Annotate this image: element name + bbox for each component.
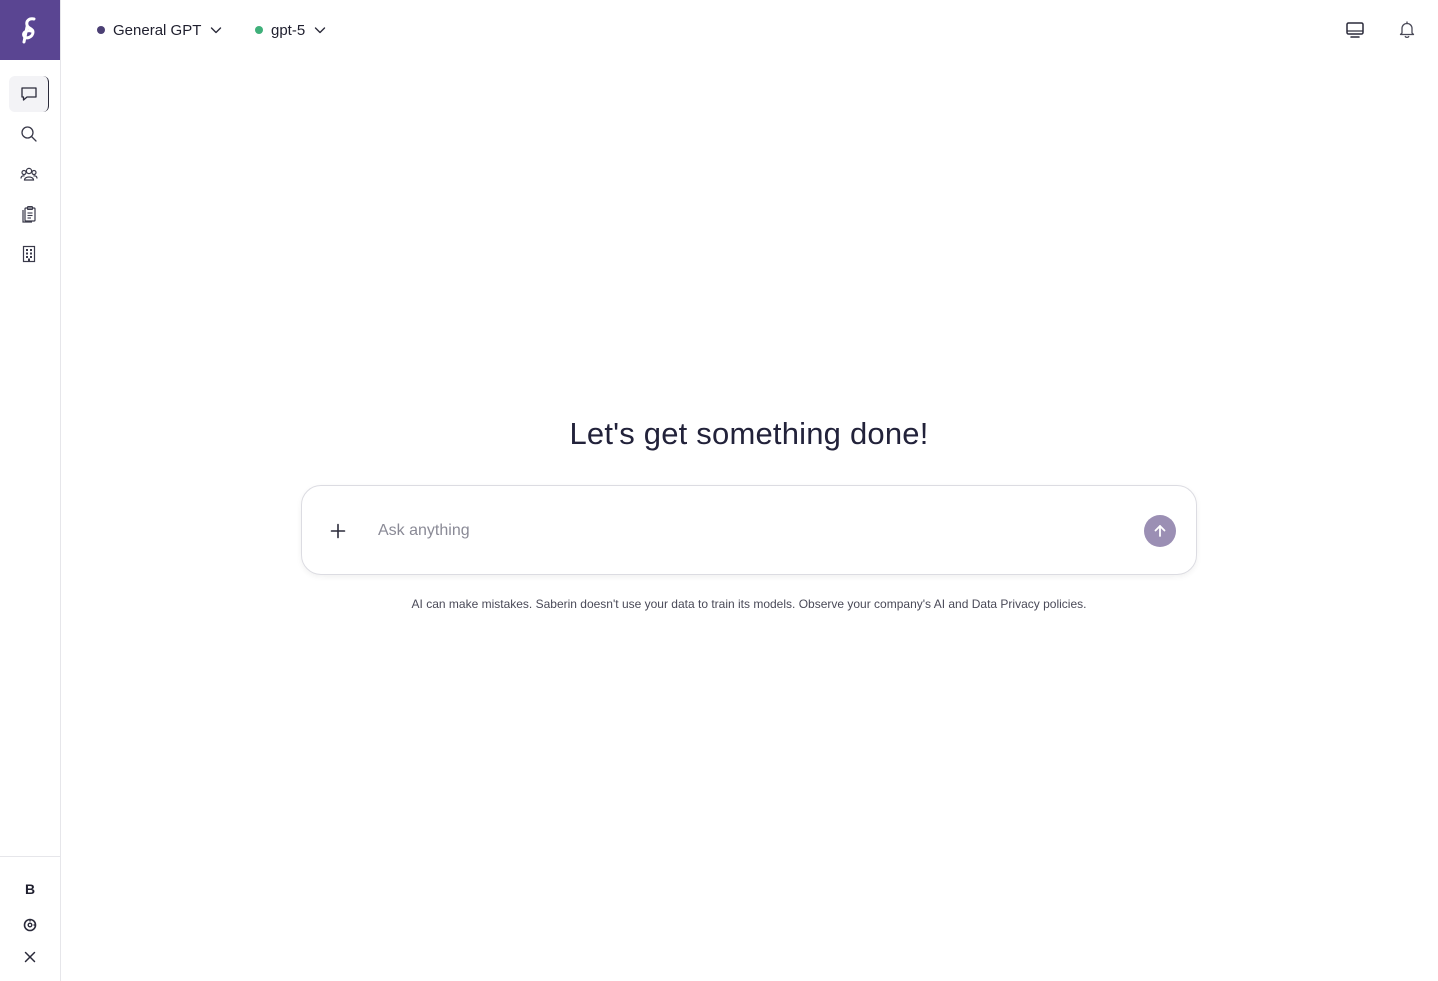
users-icon [20,167,38,181]
sidebar-bottom: B [0,856,60,981]
building-icon [22,245,36,263]
plus-icon [330,523,346,539]
chat-composer [301,485,1197,575]
close-icon [24,951,36,963]
send-button[interactable] [1144,515,1176,547]
notifications-button[interactable] [1396,19,1418,41]
sidebar: B [0,0,61,981]
chevron-down-icon [211,27,222,34]
collapse-sidebar-button[interactable] [0,947,60,967]
assistant-selector-label: General GPT [113,21,202,39]
display-button[interactable] [1344,19,1366,41]
gear-icon [23,918,37,932]
chevron-down-icon [315,27,326,34]
chat-icon [20,87,37,101]
clipboard-icon [22,205,36,223]
page-headline: Let's get something done! [569,416,929,451]
sidebar-item-documents[interactable] [9,196,49,232]
model-status-dot [255,26,263,34]
sidebar-item-search[interactable] [9,116,49,152]
search-icon [21,126,37,142]
model-selector[interactable]: gpt-5 [255,20,326,40]
arrow-up-icon [1154,525,1166,537]
assistant-selector[interactable]: General GPT [97,20,222,40]
top-header: General GPT gpt-5 [61,0,1438,60]
sidebar-item-organization[interactable] [9,236,49,272]
bell-icon [1399,21,1415,38]
disclaimer-text: AI can make mistakes. Saberin doesn't us… [411,597,1087,611]
settings-button[interactable] [0,915,60,935]
monitor-icon [1346,22,1364,38]
logo-icon [22,17,36,44]
sidebar-nav [0,76,60,276]
message-input[interactable] [378,516,1118,546]
model-selector-label: gpt-5 [271,21,306,39]
assistant-status-dot [97,26,105,34]
sidebar-item-users[interactable] [9,156,49,192]
app-logo[interactable] [0,0,60,60]
avatar-letter: B [24,881,36,897]
user-avatar[interactable]: B [0,879,60,899]
sidebar-item-chat[interactable] [9,76,49,112]
attach-button[interactable] [326,519,350,543]
